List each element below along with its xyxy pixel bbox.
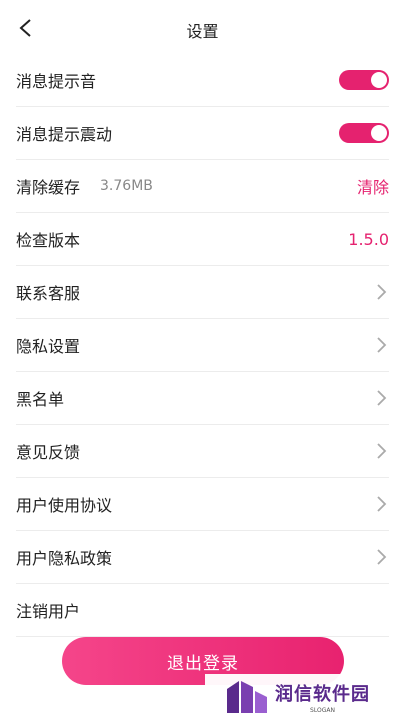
row-label: 隐私设置 [16, 337, 81, 356]
row-label: 注销用户 [16, 602, 81, 621]
setting-row-user-agreement[interactable]: 用户使用协议 [16, 478, 389, 531]
brand-logo-icon [227, 681, 267, 713]
setting-row-contact-support[interactable]: 联系客服 [16, 266, 389, 319]
watermark-slogan: SLOGAN [310, 707, 335, 714]
setting-row-notification-vibration: 消息提示震动 [16, 107, 389, 160]
chevron-right-icon [373, 335, 389, 355]
setting-row-clear-cache: 清除缓存 3.76MB 清除 [16, 160, 389, 213]
row-label: 消息提示震动 [16, 125, 113, 144]
chevron-right-icon [373, 494, 389, 514]
notification-vibration-toggle[interactable] [339, 123, 389, 143]
row-label: 用户隐私政策 [16, 549, 113, 568]
cache-size-text: 3.76MB [100, 178, 153, 194]
setting-row-deactivate-account[interactable]: 注销用户 [16, 584, 389, 637]
version-value: 1.5.0 [348, 229, 389, 249]
chevron-right-icon [373, 388, 389, 408]
row-label: 联系客服 [16, 284, 81, 303]
clear-cache-button[interactable]: 清除 [357, 174, 389, 198]
row-label: 检查版本 [16, 231, 81, 250]
setting-row-privacy-settings[interactable]: 隐私设置 [16, 319, 389, 372]
row-label: 消息提示音 [16, 72, 97, 91]
header-bar: 设置 [0, 0, 405, 58]
toggle-knob [371, 72, 387, 88]
chevron-right-icon [373, 441, 389, 461]
setting-row-blacklist[interactable]: 黑名单 [16, 372, 389, 425]
toggle-knob [371, 125, 387, 141]
setting-row-notification-sound: 消息提示音 [16, 54, 389, 107]
notification-sound-toggle[interactable] [339, 70, 389, 90]
watermark-overlay: 润信软件园 SLOGAN [205, 674, 405, 720]
chevron-right-icon [373, 547, 389, 567]
settings-list: 消息提示音 消息提示震动 清除缓存 3.76MB 清除 检查版本 1.5.0 联… [0, 54, 405, 637]
row-label: 清除缓存 [16, 178, 81, 197]
row-label: 黑名单 [16, 390, 65, 409]
setting-row-privacy-policy[interactable]: 用户隐私政策 [16, 531, 389, 584]
row-label: 意见反馈 [16, 443, 81, 462]
watermark-name: 润信软件园 [275, 684, 370, 705]
row-label: 用户使用协议 [16, 496, 113, 515]
setting-row-feedback[interactable]: 意见反馈 [16, 425, 389, 478]
chevron-right-icon [373, 282, 389, 302]
setting-row-check-version[interactable]: 检查版本 1.5.0 [16, 213, 389, 266]
page-title: 设置 [186, 22, 219, 41]
